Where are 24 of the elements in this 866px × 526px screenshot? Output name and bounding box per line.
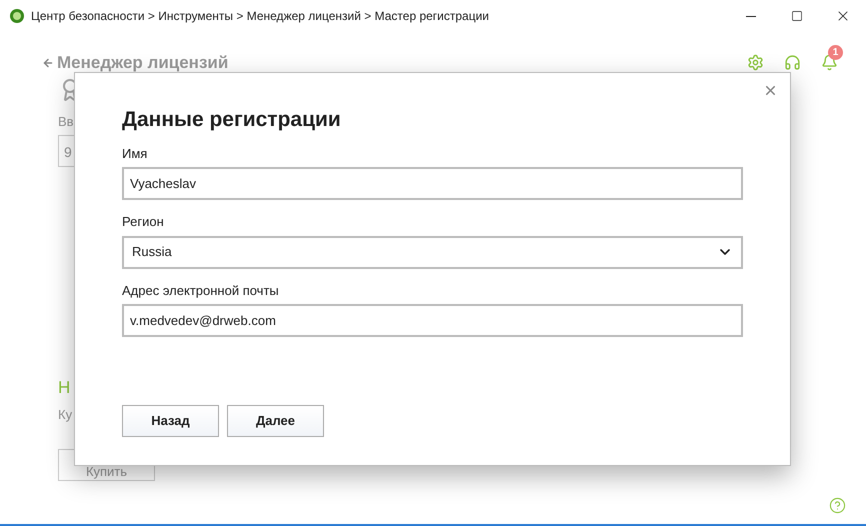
dialog-button[interactable]: Назад [122, 405, 219, 437]
notification-badge: 1 [828, 45, 843, 60]
field-label: Адрес электронной почты [122, 282, 280, 300]
region-dropdown[interactable]: Russia [122, 236, 743, 268]
maximize-icon [791, 10, 803, 22]
close-icon [763, 83, 778, 98]
close-button[interactable] [763, 83, 778, 98]
section-heading: Н [58, 377, 70, 399]
notifications-icon[interactable] [821, 54, 838, 72]
field-label: Регион [122, 213, 165, 231]
input-field[interactable]: Vyacheslav [122, 167, 743, 200]
input-field[interactable]: v.medvedev@drweb.com [122, 304, 743, 337]
field-label: Вв [58, 112, 74, 130]
app-logo-icon [9, 8, 25, 24]
support-icon[interactable] [784, 54, 801, 72]
section-text: Ку [58, 406, 72, 424]
field-label: Имя [122, 144, 148, 162]
back-arrow-icon[interactable] [42, 56, 54, 69]
help-icon[interactable] [829, 497, 846, 514]
settings-icon[interactable] [747, 54, 764, 72]
dialog-button[interactable]: Далее [227, 405, 324, 437]
dialog-title: Данные регистрации [122, 107, 342, 133]
page-title: Менеджер лицензий [57, 52, 228, 74]
window-title: Центр безопасности > Инструменты > Менеджер лицензий > Мастер регистрации [31, 8, 489, 25]
